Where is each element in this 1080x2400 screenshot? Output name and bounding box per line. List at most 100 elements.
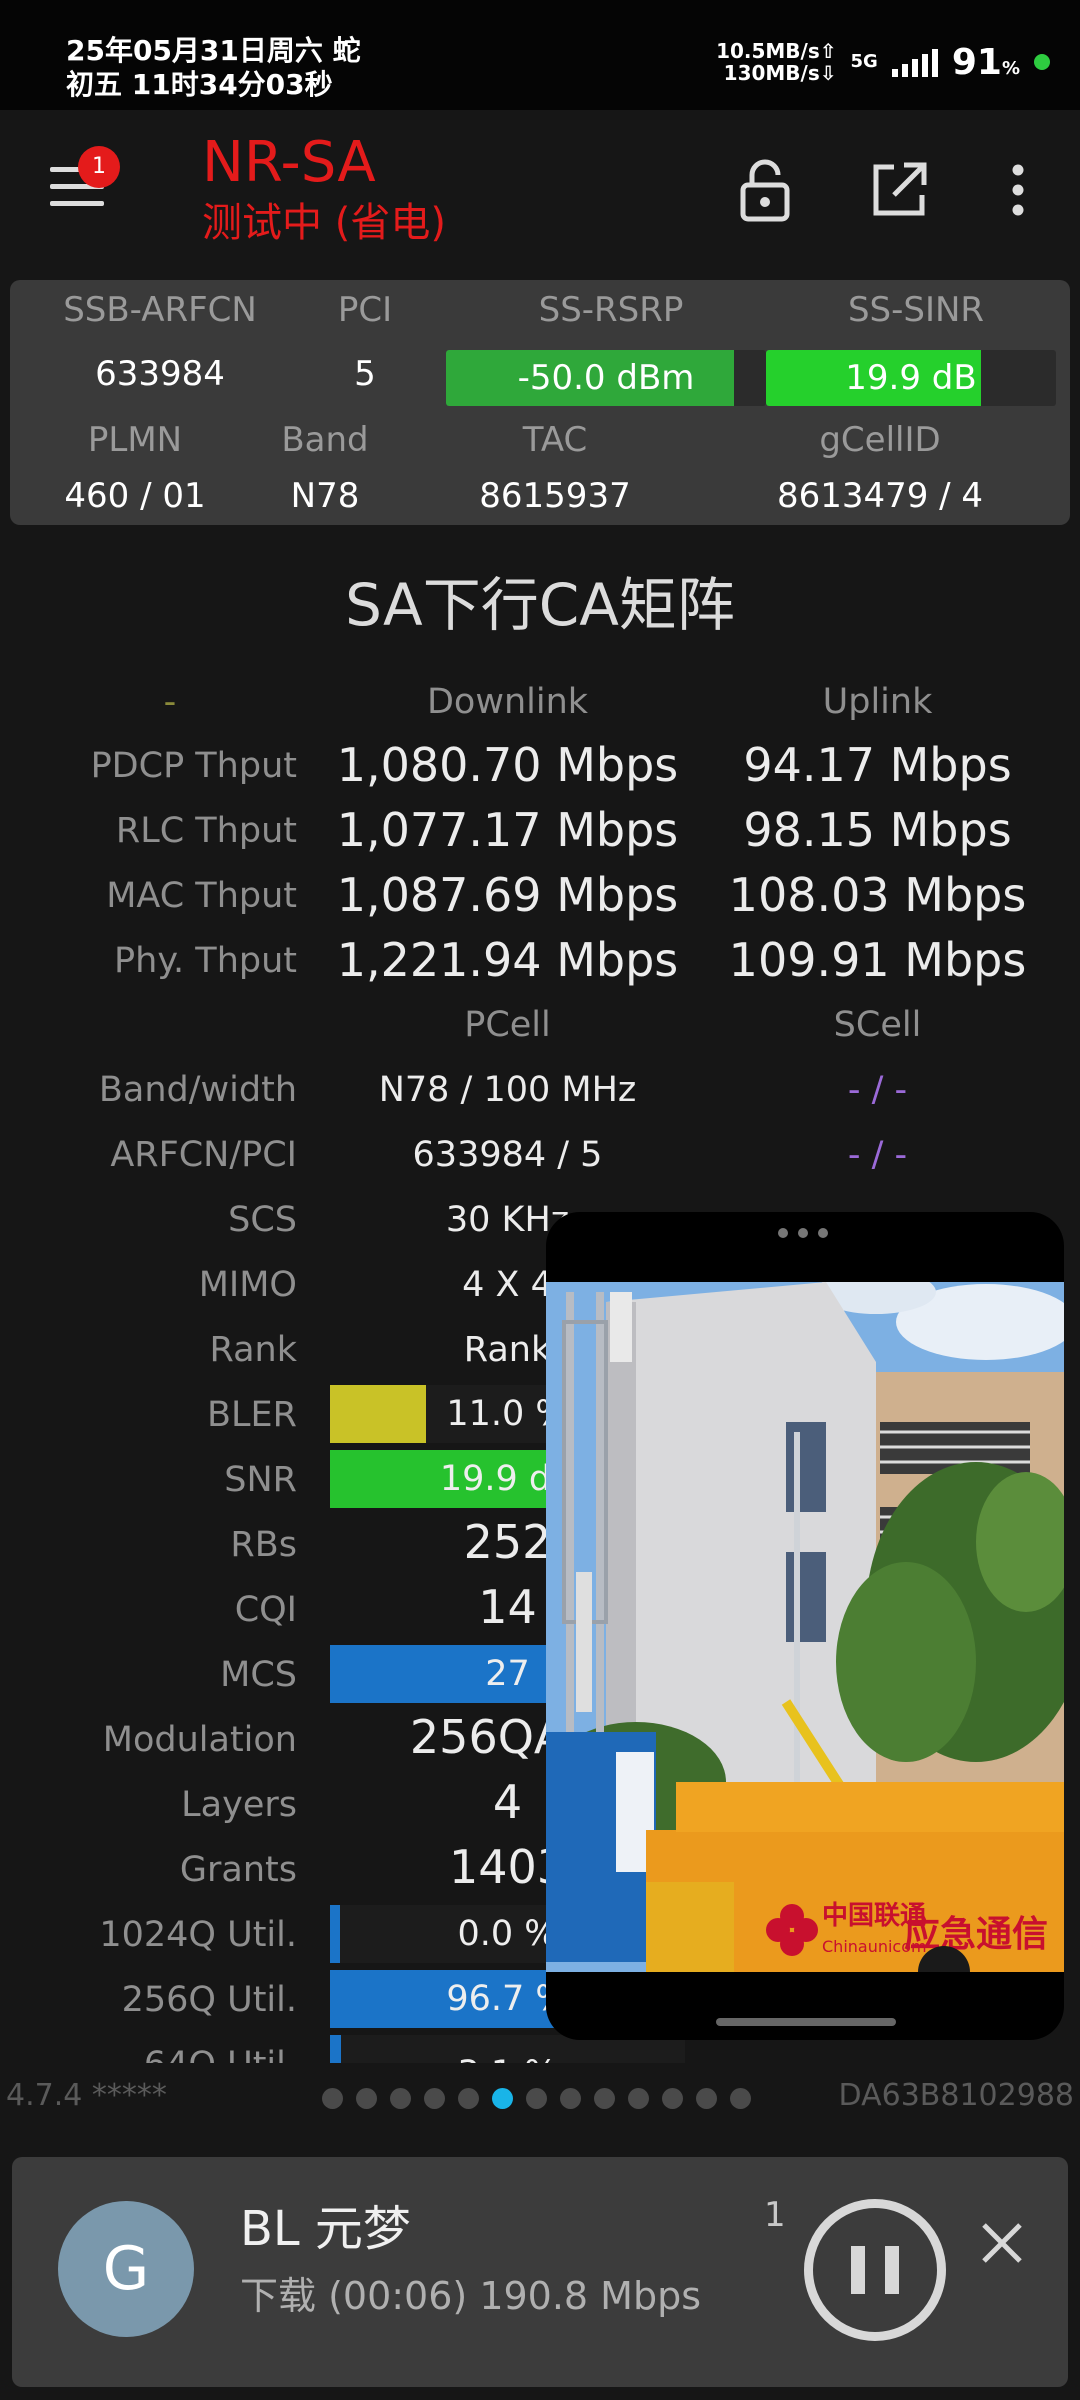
more-vert-icon[interactable] <box>983 155 1053 225</box>
privacy-indicator-icon <box>1034 54 1050 70</box>
battery-level: 91% <box>951 41 1020 83</box>
label-mimo: MIMO <box>198 1265 297 1305</box>
close-icon[interactable] <box>978 2219 1026 2267</box>
arfcn-pci-scell: - / - <box>847 1135 908 1175</box>
lock-open-icon[interactable] <box>730 155 800 225</box>
label-scs: SCS <box>228 1200 297 1240</box>
band-value: N78 <box>290 476 360 516</box>
notification-badge: 1 <box>78 146 120 188</box>
ssb-arfcn-value: 633984 <box>95 354 225 394</box>
label-grants: Grants <box>179 1850 297 1890</box>
rsrp-value: -50.0 dBm <box>517 358 695 398</box>
mode-title: NR-SA <box>202 130 376 195</box>
pci-value: 5 <box>354 354 376 394</box>
rsrp-bar: -50.0 dBm <box>446 350 766 406</box>
video-frame: 中国联通 Chinaunicom 应急通信 <box>546 1282 1064 1972</box>
plmn-value: 460 / 01 <box>64 476 206 516</box>
download-notification[interactable]: G BL 元梦 下载 (00:06) 190.8 Mbps 1 <box>12 2157 1068 2387</box>
notification-subtitle: 下载 (00:06) 190.8 Mbps <box>240 2274 702 2318</box>
label-ss-sinr: SS-SINR <box>847 290 985 330</box>
label-ss-rsrp: SS-RSRP <box>538 290 684 330</box>
label-pdcp-thput: PDCP Thput <box>90 746 297 786</box>
label-64q-util: 64Q Util. <box>144 2045 297 2063</box>
device-id: DA63B8102988 <box>838 2078 1074 2113</box>
page-dot[interactable] <box>594 2088 615 2109</box>
header-dash: - <box>163 682 177 722</box>
label-256q-util: 256Q Util. <box>121 1980 297 2020</box>
label-modulation: Modulation <box>102 1720 297 1760</box>
status-indicators: 10.5MB/s⇧ 130MB/s⇩ 5G 91% <box>716 40 1050 84</box>
label-gcellid: gCellID <box>819 420 941 460</box>
notification-count: 1 <box>764 2195 786 2235</box>
label-mcs: MCS <box>220 1655 297 1695</box>
mac-downlink: 1,087.69 Mbps <box>336 868 679 922</box>
util-64q-value: 3.1 % <box>330 2045 685 2063</box>
status-time: 初五 11时34分03秒 <box>66 68 333 101</box>
upload-speed: 10.5MB/s⇧ <box>716 39 837 63</box>
app-version: 4.7.4 ***** <box>6 2078 167 2113</box>
page-indicator[interactable] <box>322 2088 751 2109</box>
label-rlc-thput: RLC Thput <box>115 811 297 851</box>
page-dot[interactable] <box>356 2088 377 2109</box>
page-dot[interactable] <box>526 2088 547 2109</box>
phy-uplink: 109.91 Mbps <box>728 933 1027 987</box>
band-width-pcell: N78 / 100 MHz <box>378 1070 637 1110</box>
gcellid-value: 8613479 / 4 <box>776 476 984 516</box>
section-title: SA下行CA矩阵 <box>345 571 735 639</box>
page-dot[interactable] <box>458 2088 479 2109</box>
header-pcell: PCell <box>464 1005 551 1045</box>
band-width-scell: - / - <box>847 1070 908 1110</box>
arfcn-pci-pcell: 633984 / 5 <box>412 1135 603 1175</box>
page-dot[interactable] <box>730 2088 751 2109</box>
mode-subtitle: 测试中 (省电) <box>202 200 446 246</box>
label-plmn: PLMN <box>87 420 183 460</box>
phy-downlink: 1,221.94 Mbps <box>336 933 679 987</box>
mac-uplink: 108.03 Mbps <box>728 868 1027 922</box>
label-tac: TAC <box>522 420 588 460</box>
status-bar: 25年05月31日周六 蛇 初五 11时34分03秒 10.5MB/s⇧ 130… <box>0 0 1080 110</box>
label-layers: Layers <box>181 1785 297 1825</box>
avatar: G <box>58 2201 194 2337</box>
label-1024q-util: 1024Q Util. <box>99 1915 297 1955</box>
page-dot[interactable] <box>662 2088 683 2109</box>
sinr-value: 19.9 dB <box>845 358 977 398</box>
pip-drag-handle[interactable] <box>778 1228 828 1238</box>
cell-info-card: SSB-ARFCN PCI SS-RSRP SS-SINR 633984 5 -… <box>10 280 1070 525</box>
page-dot[interactable] <box>696 2088 717 2109</box>
rlc-uplink: 98.15 Mbps <box>743 803 1012 857</box>
status-datetime: 25年05月31日周六 蛇 初五 11时34分03秒 <box>66 34 361 102</box>
tac-value: 8615937 <box>479 476 631 516</box>
network-speeds: 10.5MB/s⇧ 130MB/s⇩ <box>716 40 836 84</box>
page-dot[interactable] <box>390 2088 411 2109</box>
pip-video-window[interactable]: 中国联通 Chinaunicom 应急通信 <box>546 1212 1064 2040</box>
label-rank: Rank <box>209 1330 297 1370</box>
page-dot[interactable] <box>322 2088 343 2109</box>
notification-title: BL 元梦 <box>240 2201 411 2257</box>
label-bler: BLER <box>207 1395 297 1435</box>
rlc-downlink: 1,077.17 Mbps <box>336 803 679 857</box>
page-dot[interactable] <box>492 2088 513 2109</box>
app-toolbar: 1 NR-SA 测试中 (省电) <box>0 110 1080 270</box>
sinr-bar: 19.9 dB <box>766 350 1056 406</box>
header-downlink: Downlink <box>426 682 589 722</box>
pip-resize-bar[interactable] <box>716 2018 896 2026</box>
label-mac-thput: MAC Thput <box>106 876 297 916</box>
label-phy-thput: Phy. Thput <box>114 941 297 981</box>
truck-sign-service: 应急通信 <box>904 1914 1048 1955</box>
pause-button[interactable] <box>804 2199 946 2341</box>
label-snr: SNR <box>224 1460 297 1500</box>
pdcp-uplink: 94.17 Mbps <box>743 738 1012 792</box>
page-dot[interactable] <box>628 2088 649 2109</box>
page-dot[interactable] <box>424 2088 445 2109</box>
pdcp-downlink: 1,080.70 Mbps <box>336 738 679 792</box>
label-ssb-arfcn: SSB-ARFCN <box>63 290 257 330</box>
label-pci: PCI <box>337 290 393 330</box>
label-band-width: Band/width <box>98 1070 297 1110</box>
network-type: 5G <box>850 51 878 72</box>
external-link-icon[interactable] <box>864 155 934 225</box>
label-rbs: RBs <box>230 1525 297 1565</box>
page-dot[interactable] <box>560 2088 581 2109</box>
signal-icon <box>891 47 938 77</box>
status-date: 25年05月31日周六 蛇 <box>66 34 361 67</box>
header-scell: SCell <box>833 1005 922 1045</box>
